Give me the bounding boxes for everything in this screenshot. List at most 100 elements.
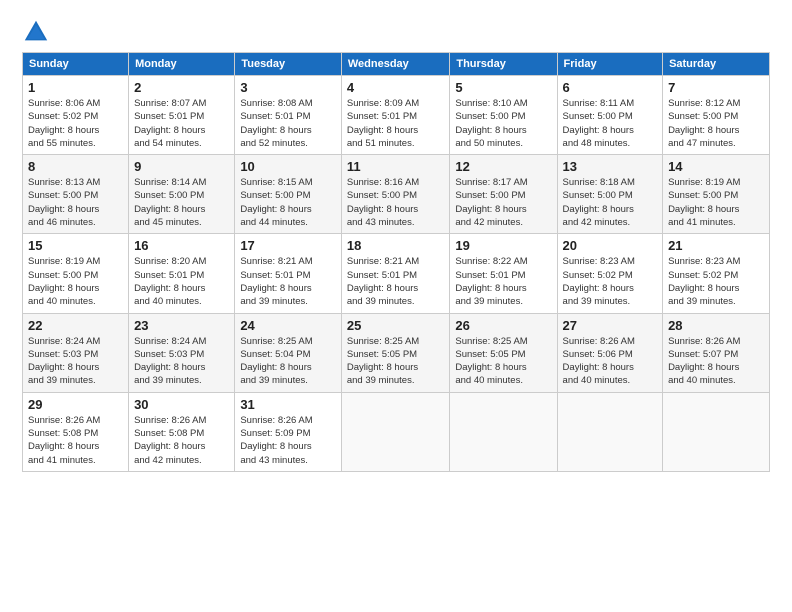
day-info: Sunrise: 8:12 AM Sunset: 5:00 PM Dayligh… bbox=[668, 97, 764, 150]
day-number: 1 bbox=[28, 80, 123, 95]
calendar-cell bbox=[341, 392, 450, 471]
day-number: 13 bbox=[563, 159, 658, 174]
calendar-cell: 18Sunrise: 8:21 AM Sunset: 5:01 PM Dayli… bbox=[341, 234, 450, 313]
calendar-cell: 17 Sunrise: 8:21 AM Sunset: 5:01 PM Dayli… bbox=[235, 234, 342, 313]
day-info: Sunrise: 8:14 AM Sunset: 5:00 PM Dayligh… bbox=[134, 176, 229, 229]
logo-icon bbox=[22, 18, 50, 46]
calendar-cell: 23Sunrise: 8:24 AM Sunset: 5:03 PM Dayli… bbox=[129, 313, 235, 392]
calendar-header-monday: Monday bbox=[129, 53, 235, 76]
calendar-cell: 2 Sunrise: 8:07 AM Sunset: 5:01 PM Daylig… bbox=[129, 76, 235, 155]
calendar-cell: 14 Sunrise: 8:19 AM Sunset: 5:00 PM Dayli… bbox=[663, 155, 770, 234]
calendar-header-saturday: Saturday bbox=[663, 53, 770, 76]
day-info: Sunrise: 8:16 AM Sunset: 5:00 PM Dayligh… bbox=[347, 176, 445, 229]
calendar-cell: 24 Sunrise: 8:25 AM Sunset: 5:04 PM Dayli… bbox=[235, 313, 342, 392]
day-info: Sunrise: 8:26 AM Sunset: 5:06 PM Dayligh… bbox=[563, 335, 658, 388]
day-info: Sunrise: 8:24 AM Sunset: 5:03 PM Dayligh… bbox=[134, 335, 229, 388]
calendar-week-row: 15Sunrise: 8:19 AM Sunset: 5:00 PM Dayli… bbox=[23, 234, 770, 313]
calendar-header-sunday: Sunday bbox=[23, 53, 129, 76]
day-number: 3 bbox=[240, 80, 336, 95]
calendar-header-tuesday: Tuesday bbox=[235, 53, 342, 76]
calendar-cell bbox=[450, 392, 557, 471]
day-number: 30 bbox=[134, 397, 229, 412]
day-info: Sunrise: 8:20 AM Sunset: 5:01 PM Dayligh… bbox=[134, 255, 229, 308]
day-info: Sunrise: 8:25 AM Sunset: 5:05 PM Dayligh… bbox=[347, 335, 445, 388]
calendar-cell: 22 Sunrise: 8:24 AM Sunset: 5:03 PM Dayli… bbox=[23, 313, 129, 392]
calendar-cell: 19 Sunrise: 8:22 AM Sunset: 5:01 PM Dayli… bbox=[450, 234, 557, 313]
calendar-cell: 29Sunrise: 8:26 AM Sunset: 5:08 PM Dayli… bbox=[23, 392, 129, 471]
day-info: Sunrise: 8:19 AM Sunset: 5:00 PM Dayligh… bbox=[28, 255, 123, 308]
day-info: Sunrise: 8:21 AM Sunset: 5:01 PM Dayligh… bbox=[240, 255, 336, 308]
calendar-cell: 12 Sunrise: 8:17 AM Sunset: 5:00 PM Dayli… bbox=[450, 155, 557, 234]
day-info: Sunrise: 8:11 AM Sunset: 5:00 PM Dayligh… bbox=[563, 97, 658, 150]
day-number: 28 bbox=[668, 318, 764, 333]
day-number: 31 bbox=[240, 397, 336, 412]
day-info: Sunrise: 8:26 AM Sunset: 5:07 PM Dayligh… bbox=[668, 335, 764, 388]
calendar-cell: 4 Sunrise: 8:09 AM Sunset: 5:01 PM Daylig… bbox=[341, 76, 450, 155]
day-info: Sunrise: 8:10 AM Sunset: 5:00 PM Dayligh… bbox=[455, 97, 551, 150]
day-number: 5 bbox=[455, 80, 551, 95]
day-info: Sunrise: 8:24 AM Sunset: 5:03 PM Dayligh… bbox=[28, 335, 123, 388]
day-info: Sunrise: 8:06 AM Sunset: 5:02 PM Dayligh… bbox=[28, 97, 123, 150]
day-number: 14 bbox=[668, 159, 764, 174]
day-info: Sunrise: 8:22 AM Sunset: 5:01 PM Dayligh… bbox=[455, 255, 551, 308]
calendar-week-row: 22 Sunrise: 8:24 AM Sunset: 5:03 PM Dayli… bbox=[23, 313, 770, 392]
calendar-cell: 1 Sunrise: 8:06 AM Sunset: 5:02 PM Daylig… bbox=[23, 76, 129, 155]
day-number: 4 bbox=[347, 80, 445, 95]
day-number: 12 bbox=[455, 159, 551, 174]
calendar-header-friday: Friday bbox=[557, 53, 663, 76]
day-info: Sunrise: 8:09 AM Sunset: 5:01 PM Dayligh… bbox=[347, 97, 445, 150]
calendar-week-row: 8 Sunrise: 8:13 AM Sunset: 5:00 PM Daylig… bbox=[23, 155, 770, 234]
day-number: 22 bbox=[28, 318, 123, 333]
calendar-cell: 7 Sunrise: 8:12 AM Sunset: 5:00 PM Daylig… bbox=[663, 76, 770, 155]
day-number: 6 bbox=[563, 80, 658, 95]
day-info: Sunrise: 8:17 AM Sunset: 5:00 PM Dayligh… bbox=[455, 176, 551, 229]
calendar-cell: 10Sunrise: 8:15 AM Sunset: 5:00 PM Dayli… bbox=[235, 155, 342, 234]
day-info: Sunrise: 8:23 AM Sunset: 5:02 PM Dayligh… bbox=[563, 255, 658, 308]
calendar-cell bbox=[557, 392, 663, 471]
calendar-cell: 8 Sunrise: 8:13 AM Sunset: 5:00 PM Daylig… bbox=[23, 155, 129, 234]
day-number: 18 bbox=[347, 238, 445, 253]
day-info: Sunrise: 8:23 AM Sunset: 5:02 PM Dayligh… bbox=[668, 255, 764, 308]
calendar-week-row: 29Sunrise: 8:26 AM Sunset: 5:08 PM Dayli… bbox=[23, 392, 770, 471]
day-info: Sunrise: 8:13 AM Sunset: 5:00 PM Dayligh… bbox=[28, 176, 123, 229]
day-info: Sunrise: 8:25 AM Sunset: 5:05 PM Dayligh… bbox=[455, 335, 551, 388]
calendar-cell: 16 Sunrise: 8:20 AM Sunset: 5:01 PM Dayli… bbox=[129, 234, 235, 313]
day-number: 20 bbox=[563, 238, 658, 253]
calendar-cell: 27Sunrise: 8:26 AM Sunset: 5:06 PM Dayli… bbox=[557, 313, 663, 392]
calendar-header-wednesday: Wednesday bbox=[341, 53, 450, 76]
day-number: 17 bbox=[240, 238, 336, 253]
day-number: 26 bbox=[455, 318, 551, 333]
calendar-cell: 20 Sunrise: 8:23 AM Sunset: 5:02 PM Dayli… bbox=[557, 234, 663, 313]
calendar-cell: 5 Sunrise: 8:10 AM Sunset: 5:00 PM Daylig… bbox=[450, 76, 557, 155]
calendar-cell: 15Sunrise: 8:19 AM Sunset: 5:00 PM Dayli… bbox=[23, 234, 129, 313]
calendar-cell: 28 Sunrise: 8:26 AM Sunset: 5:07 PM Dayli… bbox=[663, 313, 770, 392]
calendar-cell: 11 Sunrise: 8:16 AM Sunset: 5:00 PM Dayli… bbox=[341, 155, 450, 234]
day-number: 24 bbox=[240, 318, 336, 333]
day-info: Sunrise: 8:08 AM Sunset: 5:01 PM Dayligh… bbox=[240, 97, 336, 150]
day-number: 11 bbox=[347, 159, 445, 174]
calendar-table: SundayMondayTuesdayWednesdayThursdayFrid… bbox=[22, 52, 770, 472]
calendar-header-row: SundayMondayTuesdayWednesdayThursdayFrid… bbox=[23, 53, 770, 76]
header bbox=[22, 18, 770, 46]
calendar-week-row: 1 Sunrise: 8:06 AM Sunset: 5:02 PM Daylig… bbox=[23, 76, 770, 155]
calendar-cell: 13Sunrise: 8:18 AM Sunset: 5:00 PM Dayli… bbox=[557, 155, 663, 234]
calendar-header-thursday: Thursday bbox=[450, 53, 557, 76]
day-number: 19 bbox=[455, 238, 551, 253]
calendar-cell: 9 Sunrise: 8:14 AM Sunset: 5:00 PM Daylig… bbox=[129, 155, 235, 234]
day-number: 9 bbox=[134, 159, 229, 174]
day-info: Sunrise: 8:25 AM Sunset: 5:04 PM Dayligh… bbox=[240, 335, 336, 388]
day-info: Sunrise: 8:19 AM Sunset: 5:00 PM Dayligh… bbox=[668, 176, 764, 229]
day-number: 7 bbox=[668, 80, 764, 95]
day-number: 8 bbox=[28, 159, 123, 174]
day-number: 25 bbox=[347, 318, 445, 333]
day-number: 16 bbox=[134, 238, 229, 253]
day-info: Sunrise: 8:26 AM Sunset: 5:09 PM Dayligh… bbox=[240, 414, 336, 467]
calendar-cell: 25 Sunrise: 8:25 AM Sunset: 5:05 PM Dayli… bbox=[341, 313, 450, 392]
calendar-cell: 26 Sunrise: 8:25 AM Sunset: 5:05 PM Dayli… bbox=[450, 313, 557, 392]
day-number: 21 bbox=[668, 238, 764, 253]
day-number: 2 bbox=[134, 80, 229, 95]
day-info: Sunrise: 8:07 AM Sunset: 5:01 PM Dayligh… bbox=[134, 97, 229, 150]
calendar-cell: 30Sunrise: 8:26 AM Sunset: 5:08 PM Dayli… bbox=[129, 392, 235, 471]
logo bbox=[22, 18, 52, 46]
day-number: 29 bbox=[28, 397, 123, 412]
